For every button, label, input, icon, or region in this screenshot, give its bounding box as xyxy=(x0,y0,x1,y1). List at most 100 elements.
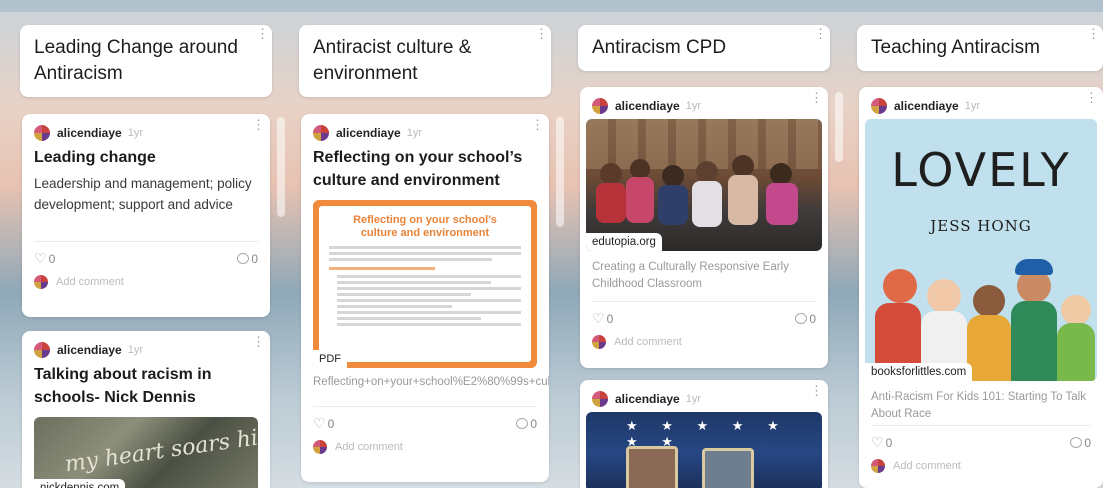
column-scrollbar[interactable] xyxy=(277,117,285,217)
post-header: alicendiaye 1yr ⋮ xyxy=(859,87,1103,115)
avatar xyxy=(871,459,885,473)
add-comment-field[interactable]: Add comment xyxy=(22,271,270,299)
file-type-label: PDF xyxy=(313,350,347,368)
heart-icon: ♡ xyxy=(34,250,47,266)
link-thumbnail[interactable]: ★ ★ ★ ★ ★ ★ ★ xyxy=(586,412,822,488)
post-card[interactable]: alicendiaye 1yr ⋮ Talking about racism i… xyxy=(22,331,270,488)
comment-button[interactable]: 0 xyxy=(237,252,258,266)
post-menu-icon[interactable]: ⋮ xyxy=(252,335,265,348)
post-card[interactable]: alicendiaye 1yr ⋮ Leading change Leaders… xyxy=(22,114,270,317)
author-name[interactable]: alicendiaye xyxy=(615,99,680,113)
add-comment-placeholder: Add comment xyxy=(614,336,682,348)
author-name[interactable]: alicendiaye xyxy=(57,126,122,140)
column-leading-change: Leading Change around Antiracism ⋮ xyxy=(20,25,272,97)
avatar xyxy=(871,98,887,114)
post-time: 1yr xyxy=(406,127,422,139)
column-teaching-antiracism: Teaching Antiracism ⋮ xyxy=(857,25,1103,71)
post-time: 1yr xyxy=(964,100,980,112)
thumbnail-engraved-text: my heart soars high xyxy=(63,421,258,478)
post-menu-icon[interactable]: ⋮ xyxy=(810,384,823,397)
add-comment-field[interactable]: Add comment xyxy=(859,455,1103,483)
comment-button[interactable]: 0 xyxy=(1070,436,1091,450)
heart-icon: ♡ xyxy=(313,415,326,431)
column-menu-icon[interactable]: ⋮ xyxy=(535,27,548,40)
avatar xyxy=(592,98,608,114)
avatar xyxy=(313,440,327,454)
like-count: 0 xyxy=(327,416,335,431)
comment-button[interactable]: 0 xyxy=(516,417,537,431)
reaction-bar: ♡ 0 0 xyxy=(22,242,270,271)
book-cover-thumbnail[interactable]: LOVELY JESS HONG booksforlittles.com xyxy=(865,119,1097,381)
avatar xyxy=(34,342,50,358)
book-title: LOVELY xyxy=(891,143,1071,197)
comment-count: 0 xyxy=(530,416,537,431)
comment-count: 0 xyxy=(809,311,816,326)
post-menu-icon[interactable]: ⋮ xyxy=(252,118,265,131)
comment-button[interactable]: 0 xyxy=(795,312,816,326)
like-button[interactable]: ♡ 0 xyxy=(871,434,892,451)
column-header: Teaching Antiracism ⋮ xyxy=(857,25,1103,71)
avatar xyxy=(313,125,329,141)
link-caption: Anti-Racism For Kids 101: Starting To Ta… xyxy=(871,391,1086,420)
avatar xyxy=(34,125,50,141)
post-header: alicendiaye 1yr ⋮ xyxy=(580,380,828,408)
pdf-page-preview: Reflecting on your school’s culture and … xyxy=(319,206,531,362)
post-card[interactable]: alicendiaye 1yr ⋮ LOVELY JESS HONG books… xyxy=(859,87,1103,488)
add-comment-placeholder: Add comment xyxy=(335,441,403,453)
post-body: Leadership and management; policy develo… xyxy=(34,176,252,212)
author-name[interactable]: alicendiaye xyxy=(57,343,122,357)
post-menu-icon[interactable]: ⋮ xyxy=(810,91,823,104)
post-menu-icon[interactable]: ⋮ xyxy=(531,118,544,131)
post-header: alicendiaye 1yr ⋮ xyxy=(301,114,549,142)
link-caption: Creating a Culturally Responsive Early C… xyxy=(592,261,789,290)
reaction-bar: ♡ 0 0 xyxy=(859,426,1103,455)
pdf-thumbnail[interactable]: Reflecting on your school’s culture and … xyxy=(313,200,537,368)
post-time: 1yr xyxy=(127,127,143,139)
column-header: Leading Change around Antiracism ⋮ xyxy=(20,25,272,97)
post-time: 1yr xyxy=(127,344,143,356)
add-comment-field[interactable]: Add comment xyxy=(301,436,549,464)
post-title: Reflecting on your school’s culture and … xyxy=(313,149,523,189)
add-comment-placeholder: Add comment xyxy=(893,460,961,472)
post-header: alicendiaye 1yr ⋮ xyxy=(22,331,270,359)
add-comment-placeholder: Add comment xyxy=(56,276,124,288)
author-name[interactable]: alicendiaye xyxy=(615,392,680,406)
pdf-heading: Reflecting on your school’s culture and … xyxy=(353,214,497,239)
portrait-frame xyxy=(702,448,754,488)
column-menu-icon[interactable]: ⋮ xyxy=(256,27,269,40)
column-title: Leading Change around Antiracism xyxy=(34,37,238,84)
post-time: 1yr xyxy=(685,100,701,112)
like-button[interactable]: ♡ 0 xyxy=(34,250,55,267)
column-title: Antiracist culture & environment xyxy=(313,37,472,84)
column-header: Antiracism CPD ⋮ xyxy=(578,25,830,71)
column-menu-icon[interactable]: ⋮ xyxy=(814,27,827,40)
author-name[interactable]: alicendiaye xyxy=(894,99,959,113)
like-button[interactable]: ♡ 0 xyxy=(313,415,334,432)
post-card[interactable]: alicendiaye 1yr ⋮ Reflecting on your sch… xyxy=(301,114,549,482)
link-source: booksforlittles.com xyxy=(865,363,973,381)
comment-icon xyxy=(237,253,250,264)
column-menu-icon[interactable]: ⋮ xyxy=(1087,27,1100,40)
post-title: Talking about racism in schools- Nick De… xyxy=(34,366,212,406)
portrait-frame xyxy=(626,446,678,488)
heart-icon: ♡ xyxy=(592,310,605,326)
column-scrollbar[interactable] xyxy=(835,92,843,162)
post-card[interactable]: alicendiaye 1yr ⋮ ★ ★ ★ ★ ★ ★ ★ xyxy=(580,380,828,488)
comment-count: 0 xyxy=(1084,435,1091,450)
like-button[interactable]: ♡ 0 xyxy=(592,310,613,327)
column-antiracism-cpd: Antiracism CPD ⋮ xyxy=(578,25,830,71)
post-card[interactable]: alicendiaye 1yr ⋮ edutopia.org Creating … xyxy=(580,87,828,368)
link-thumbnail[interactable]: my heart soars high nickdennis.com xyxy=(34,417,258,488)
post-title: Leading change xyxy=(34,149,156,166)
comment-count: 0 xyxy=(251,251,258,266)
avatar xyxy=(592,391,608,407)
column-title: Teaching Antiracism xyxy=(871,37,1040,58)
author-name[interactable]: alicendiaye xyxy=(336,126,401,140)
book-author: JESS HONG xyxy=(930,217,1032,235)
heart-icon: ♡ xyxy=(871,434,884,450)
post-menu-icon[interactable]: ⋮ xyxy=(1085,91,1098,104)
column-scrollbar[interactable] xyxy=(556,117,564,227)
link-thumbnail[interactable]: edutopia.org xyxy=(586,119,822,251)
avatar xyxy=(34,275,48,289)
add-comment-field[interactable]: Add comment xyxy=(580,331,828,359)
